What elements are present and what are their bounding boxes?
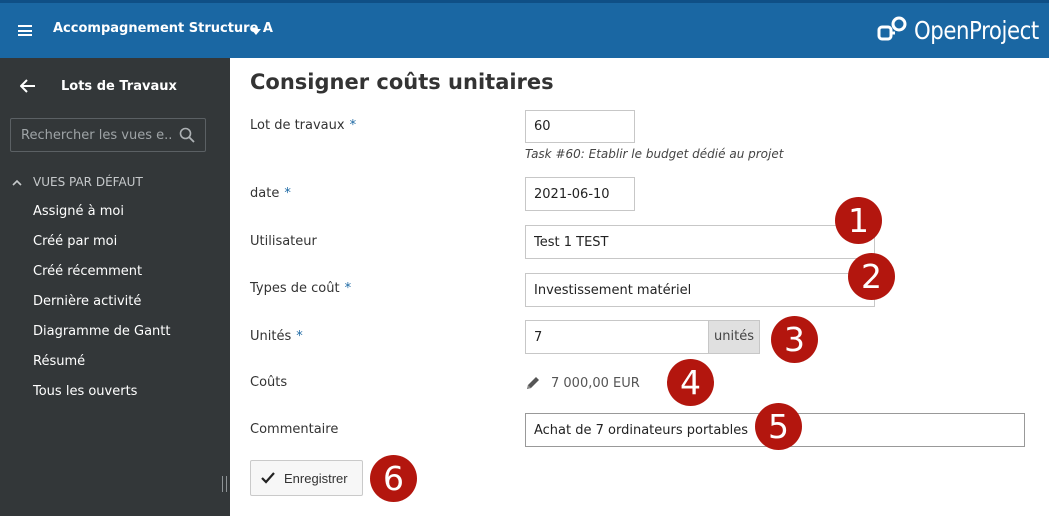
cost-type-select[interactable] — [525, 273, 875, 307]
section-default-views[interactable]: VUES PAR DÉFAUT — [12, 175, 143, 189]
menu-icon[interactable] — [18, 25, 32, 36]
project-name[interactable]: Accompagnement Structure A — [53, 21, 273, 36]
annotation-badge-5: 5 — [755, 403, 802, 450]
work-package-label-text: Lot de travaux — [250, 118, 345, 133]
main-content: Consigner coûts unitaires Lot de travaux… — [230, 58, 1049, 516]
work-package-input[interactable] — [525, 110, 635, 143]
save-button[interactable]: Enregistrer — [250, 460, 363, 496]
required-marker: * — [349, 118, 357, 133]
annotation-badge-2: 2 — [848, 253, 895, 300]
openproject-logo-icon — [877, 16, 907, 41]
annotation-badge-6: 6 — [370, 455, 417, 502]
units-label-text: Unités — [250, 329, 292, 344]
sidebar: Lots de Travaux VUES PAR DÉFAUT Assigné … — [0, 58, 230, 516]
date-label-text: date — [250, 186, 280, 201]
sidebar-search — [10, 118, 206, 152]
work-package-hint: Task #60: Etablir le budget dédié au pro… — [525, 147, 784, 161]
date-label: date * — [250, 186, 291, 201]
work-package-label: Lot de travaux * — [250, 118, 356, 133]
chevron-up-icon — [12, 179, 22, 186]
openproject-logo[interactable]: OpenProject — [876, 12, 1039, 48]
cost-type-label-text: Types de coût — [250, 281, 340, 296]
cost-type-label: Types de coût * — [250, 281, 351, 296]
costs-value-row: 7 000,00 EUR — [525, 375, 640, 391]
annotation-badge-1: 1 — [835, 197, 882, 244]
top-header: Accompagnement Structure A OpenProject — [0, 0, 1049, 58]
sidebar-item-created-by-me[interactable]: Créé par moi — [33, 233, 170, 263]
units-input[interactable] — [525, 320, 709, 354]
section-title-label: VUES PAR DÉFAUT — [33, 175, 143, 189]
save-button-label: Enregistrer — [284, 470, 348, 486]
required-marker: * — [344, 281, 352, 296]
sidebar-item-all-open[interactable]: Tous les ouverts — [33, 383, 170, 413]
pencil-icon[interactable] — [525, 375, 541, 391]
date-input[interactable] — [525, 177, 635, 211]
user-label: Utilisateur — [250, 234, 317, 249]
page-title: Consigner coûts unitaires — [250, 70, 554, 94]
annotation-badge-4: 4 — [667, 359, 714, 406]
annotation-badge-3: 3 — [771, 316, 818, 363]
sidebar-item-summary[interactable]: Résumé — [33, 353, 170, 383]
user-select[interactable] — [525, 225, 875, 259]
check-icon — [261, 472, 275, 484]
sidebar-title: Lots de Travaux — [61, 79, 177, 94]
sidebar-item-recently-created[interactable]: Créé récemment — [33, 263, 170, 293]
default-views-list: Assigné à moi Créé par moi Créé récemmen… — [33, 203, 170, 413]
costs-value: 7 000,00 EUR — [551, 375, 640, 391]
sidebar-item-gantt[interactable]: Diagramme de Gantt — [33, 323, 170, 353]
sidebar-back-row[interactable]: Lots de Travaux — [0, 58, 230, 114]
arrow-left-icon[interactable] — [20, 79, 36, 93]
comment-label: Commentaire — [250, 422, 339, 437]
chevron-down-icon[interactable] — [251, 29, 261, 35]
costs-label: Coûts — [250, 375, 288, 390]
sidebar-item-latest-activity[interactable]: Dernière activité — [33, 293, 170, 323]
units-label: Unités * — [250, 329, 303, 344]
search-icon[interactable] — [179, 127, 195, 143]
sidebar-item-assigned-to-me[interactable]: Assigné à moi — [33, 203, 170, 233]
search-input[interactable] — [11, 119, 171, 151]
sidebar-resize-handle[interactable] — [222, 476, 227, 492]
required-marker: * — [296, 329, 303, 344]
required-marker: * — [284, 186, 291, 201]
units-addon: unités — [709, 320, 760, 354]
logo-text: OpenProject — [914, 15, 1039, 45]
